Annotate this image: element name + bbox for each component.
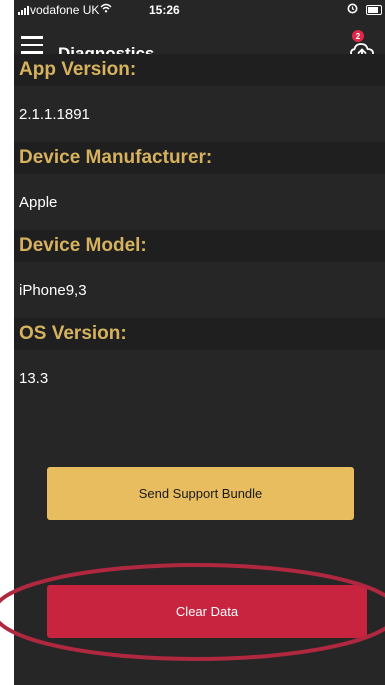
hamburger-menu-icon[interactable] (21, 36, 43, 54)
diagnostics-list: App Version: 2.1.1.1891 Device Manufactu… (14, 54, 385, 406)
app-version-value: 2.1.1.1891 (14, 86, 385, 142)
app-version-label: App Version: (14, 54, 385, 86)
clock-time: 15:26 (149, 3, 180, 17)
device-model-value: iPhone9,3 (14, 262, 385, 318)
device-manufacturer-value: Apple (14, 174, 385, 230)
app-screen: vodafone UK 15:26 Diagnostics 2 (14, 0, 385, 685)
carrier-label: vodafone UK (30, 3, 100, 17)
clear-data-button[interactable]: Clear Data (47, 585, 367, 638)
wifi-icon (100, 3, 112, 16)
device-model-label: Device Model: (14, 230, 385, 262)
device-manufacturer-label: Device Manufacturer: (14, 142, 385, 174)
send-support-bundle-button[interactable]: Send Support Bundle (47, 467, 354, 520)
alarm-icon (347, 2, 358, 17)
os-version-value: 13.3 (14, 350, 385, 406)
battery-icon (366, 5, 382, 15)
os-version-label: OS Version: (14, 318, 385, 350)
signal-bars-icon (18, 6, 29, 15)
status-bar: vodafone UK 15:26 (14, 0, 385, 22)
